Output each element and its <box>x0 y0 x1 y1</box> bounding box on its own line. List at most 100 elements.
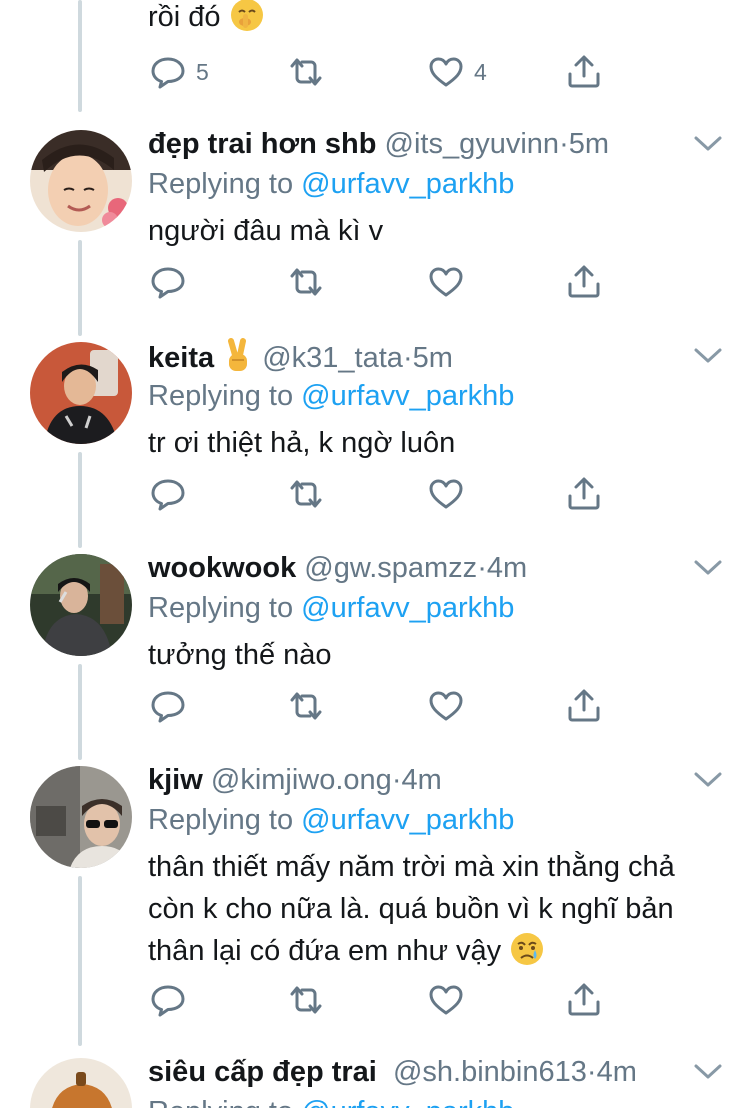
replying-to: Replying to @urfavv_parkhb <box>148 800 514 840</box>
like-button[interactable]: 4 <box>426 52 487 92</box>
chevron-down-icon[interactable] <box>692 346 724 366</box>
reply-tweet[interactable]: kjiw @kimjiwo.ong·4m Replying to @urfavv… <box>0 762 750 1042</box>
retweet-icon <box>290 268 322 296</box>
reply-button[interactable] <box>148 262 188 302</box>
reply-tweet[interactable]: đẹp trai hơn shb @its_gyuvinn·5m Replyin… <box>0 126 750 316</box>
reply-count: 5 <box>196 58 209 85</box>
reply-button[interactable] <box>148 980 188 1020</box>
timestamp[interactable]: 4m <box>597 1056 637 1088</box>
heart-icon <box>429 691 463 721</box>
display-name[interactable]: đẹp trai hơn shb <box>148 128 376 160</box>
retweet-icon <box>290 692 322 720</box>
replying-to-label: Replying to <box>148 168 294 200</box>
tweet-text-body: thân thiết mấy năm trời mà xin thằng chả… <box>148 851 675 967</box>
replying-to: Replying to @urfavv_parkhb <box>148 164 514 204</box>
heart-icon <box>429 985 463 1015</box>
reply-icon <box>151 985 185 1017</box>
timestamp[interactable]: 5m <box>569 128 609 160</box>
share-button[interactable] <box>564 52 604 92</box>
reply-button[interactable] <box>148 474 188 514</box>
tweet-text: tưởng thế nào <box>148 639 332 671</box>
retweet-button[interactable] <box>286 262 326 302</box>
tweet-actions <box>148 686 628 726</box>
reply-tweet[interactable]: keita @k31_tata·5m Replying to @urfavv_p… <box>0 338 750 528</box>
mention-link[interactable]: @urfavv_parkhb <box>301 804 514 836</box>
replying-to-label: Replying to <box>148 804 294 836</box>
retweet-button[interactable] <box>286 686 326 726</box>
chevron-down-icon[interactable] <box>692 134 724 154</box>
heart-icon <box>429 479 463 509</box>
tweet-text: người đâu mà kì v <box>148 215 384 247</box>
chevron-down-icon[interactable] <box>692 1062 724 1082</box>
share-icon <box>568 265 600 298</box>
share-icon <box>568 689 600 722</box>
chevron-down-icon[interactable] <box>692 770 724 790</box>
user-handle[interactable]: @kimjiwo.ong <box>211 764 392 796</box>
tweet-actions <box>148 262 628 302</box>
tweet-actions <box>148 980 628 1020</box>
reply-icon <box>151 479 185 511</box>
tweet-text: tr ơi thiệt hả, k ngờ luôn <box>148 427 456 459</box>
display-name[interactable]: wookwook <box>148 552 296 584</box>
tweet-header: wookwook @gw.spamzz·4m <box>148 550 527 586</box>
display-name[interactable]: siêu cấp đẹp trai <box>148 1056 377 1088</box>
user-handle[interactable]: @sh.binbin613 <box>393 1056 587 1088</box>
tweet-header: keita @k31_tata·5m <box>148 338 453 374</box>
reply-tweet[interactable]: siêu cấp đẹp trai @sh.binbin613·4m Reply… <box>0 1054 750 1108</box>
timestamp[interactable]: 5m <box>413 342 453 374</box>
user-handle[interactable]: @k31_tata <box>262 342 403 374</box>
timestamp[interactable]: 4m <box>487 552 527 584</box>
mention-link[interactable]: @urfavv_parkhb <box>301 592 514 624</box>
replying-to: Replying to @urfavv_parkhb <box>148 588 514 628</box>
timestamp[interactable]: 4m <box>402 764 442 796</box>
mention-link[interactable]: @urfavv_parkhb <box>301 1096 514 1108</box>
share-button[interactable] <box>564 262 604 302</box>
share-icon <box>568 983 600 1016</box>
tweet-header: kjiw @kimjiwo.ong·4m <box>148 762 442 798</box>
crying-face-emoji <box>509 931 545 979</box>
replying-to-label: Replying to <box>148 380 294 412</box>
mention-link[interactable]: @urfavv_parkhb <box>301 380 514 412</box>
tweet-text: thân thiết mấy năm trời mà xin thằng chả… <box>148 846 718 979</box>
share-button[interactable] <box>564 686 604 726</box>
reply-button[interactable]: 5 <box>148 52 209 92</box>
tweet-header: siêu cấp đẹp trai @sh.binbin613·4m <box>148 1054 637 1090</box>
like-button[interactable] <box>426 686 466 726</box>
user-handle[interactable]: @its_gyuvinn <box>385 128 560 160</box>
like-count: 4 <box>474 58 487 85</box>
retweet-button[interactable] <box>286 980 326 1020</box>
share-button[interactable] <box>564 980 604 1020</box>
separator-dot: · <box>559 128 569 160</box>
separator-dot: · <box>391 764 402 796</box>
share-button[interactable] <box>564 474 604 514</box>
avatar[interactable] <box>30 130 132 232</box>
heart-icon <box>429 57 463 87</box>
user-handle[interactable]: @gw.spamzz <box>304 552 477 584</box>
tweet-text: rồi đó <box>148 0 728 45</box>
retweet-button[interactable] <box>286 52 326 92</box>
like-button[interactable] <box>426 980 466 1020</box>
avatar[interactable] <box>30 554 132 656</box>
tweet-header: đẹp trai hơn shb @its_gyuvinn·5m <box>148 126 609 162</box>
display-name[interactable]: kjiw <box>148 764 203 796</box>
avatar[interactable] <box>30 766 132 868</box>
display-name[interactable]: keita <box>148 342 214 374</box>
shushing-face-emoji <box>229 0 265 45</box>
tweet-actions <box>148 474 628 514</box>
reply-button[interactable] <box>148 686 188 726</box>
reply-icon <box>151 57 185 89</box>
reply-tweet[interactable]: wookwook @gw.spamzz·4m Replying to @urfa… <box>0 550 750 740</box>
retweet-icon <box>290 986 322 1014</box>
chevron-down-icon[interactable] <box>692 558 724 578</box>
replying-to: Replying to @urfavv_parkhb <box>148 1092 514 1108</box>
retweet-button[interactable] <box>286 474 326 514</box>
like-button[interactable] <box>426 474 466 514</box>
reply-icon <box>151 691 185 723</box>
avatar[interactable] <box>30 342 132 444</box>
separator-dot: · <box>586 1056 597 1088</box>
replying-to-label: Replying to <box>148 1096 293 1108</box>
mention-link[interactable]: @urfavv_parkhb <box>301 168 514 200</box>
tweet-top[interactable]: rồi đó 5 4 <box>0 0 750 100</box>
like-button[interactable] <box>426 262 466 302</box>
avatar[interactable] <box>30 1058 132 1108</box>
